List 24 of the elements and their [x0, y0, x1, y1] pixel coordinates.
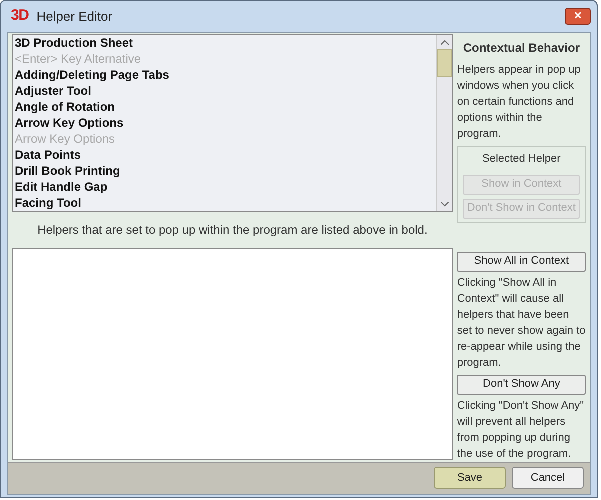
list-item[interactable]: Edit Handle Gap — [15, 179, 436, 195]
save-button[interactable]: Save — [434, 467, 506, 489]
dont-show-any-button[interactable]: Don't Show Any — [457, 374, 586, 394]
group-title: Selected Helper — [482, 152, 562, 167]
cancel-button[interactable]: Cancel — [512, 467, 584, 489]
scrollbar[interactable] — [436, 35, 452, 211]
window-title: Helper Editor — [36, 8, 113, 26]
scroll-thumb[interactable] — [437, 49, 452, 77]
list-item[interactable]: 3D Production Sheet — [15, 35, 436, 51]
intro-text: Helpers appear in pop up windows when you click on certain functions and options within the program. — [457, 63, 582, 142]
list-item[interactable]: Arrow Key Options — [15, 115, 436, 131]
close-button[interactable]: ✕ — [565, 8, 591, 25]
dont-show-note: Clicking "Don't Show Any" will prevent all helpers from popping up during the use of the program. — [457, 398, 586, 462]
app-logo: 3D — [11, 6, 29, 26]
show-all-note: Clicking "Show All in Context" will cause all helpers that have been set to never show again to re-appear while using the program. — [457, 276, 586, 370]
list-item[interactable]: Data Points — [15, 147, 436, 163]
list-note: Helpers that are set to pop up within the program are listed above in bold. — [36, 222, 429, 239]
list-item[interactable]: Facing Tool — [15, 195, 436, 211]
list-item[interactable]: Adjuster Tool — [15, 83, 436, 99]
list-item[interactable]: Adding/Deleting Page Tabs — [15, 67, 436, 83]
section-heading: Contextual Behavior — [462, 40, 582, 57]
list-item[interactable]: Drill Book Printing — [15, 163, 436, 179]
list-item[interactable]: Angle of Rotation — [15, 99, 436, 115]
show-all-button[interactable]: Show All in Context — [457, 252, 586, 272]
